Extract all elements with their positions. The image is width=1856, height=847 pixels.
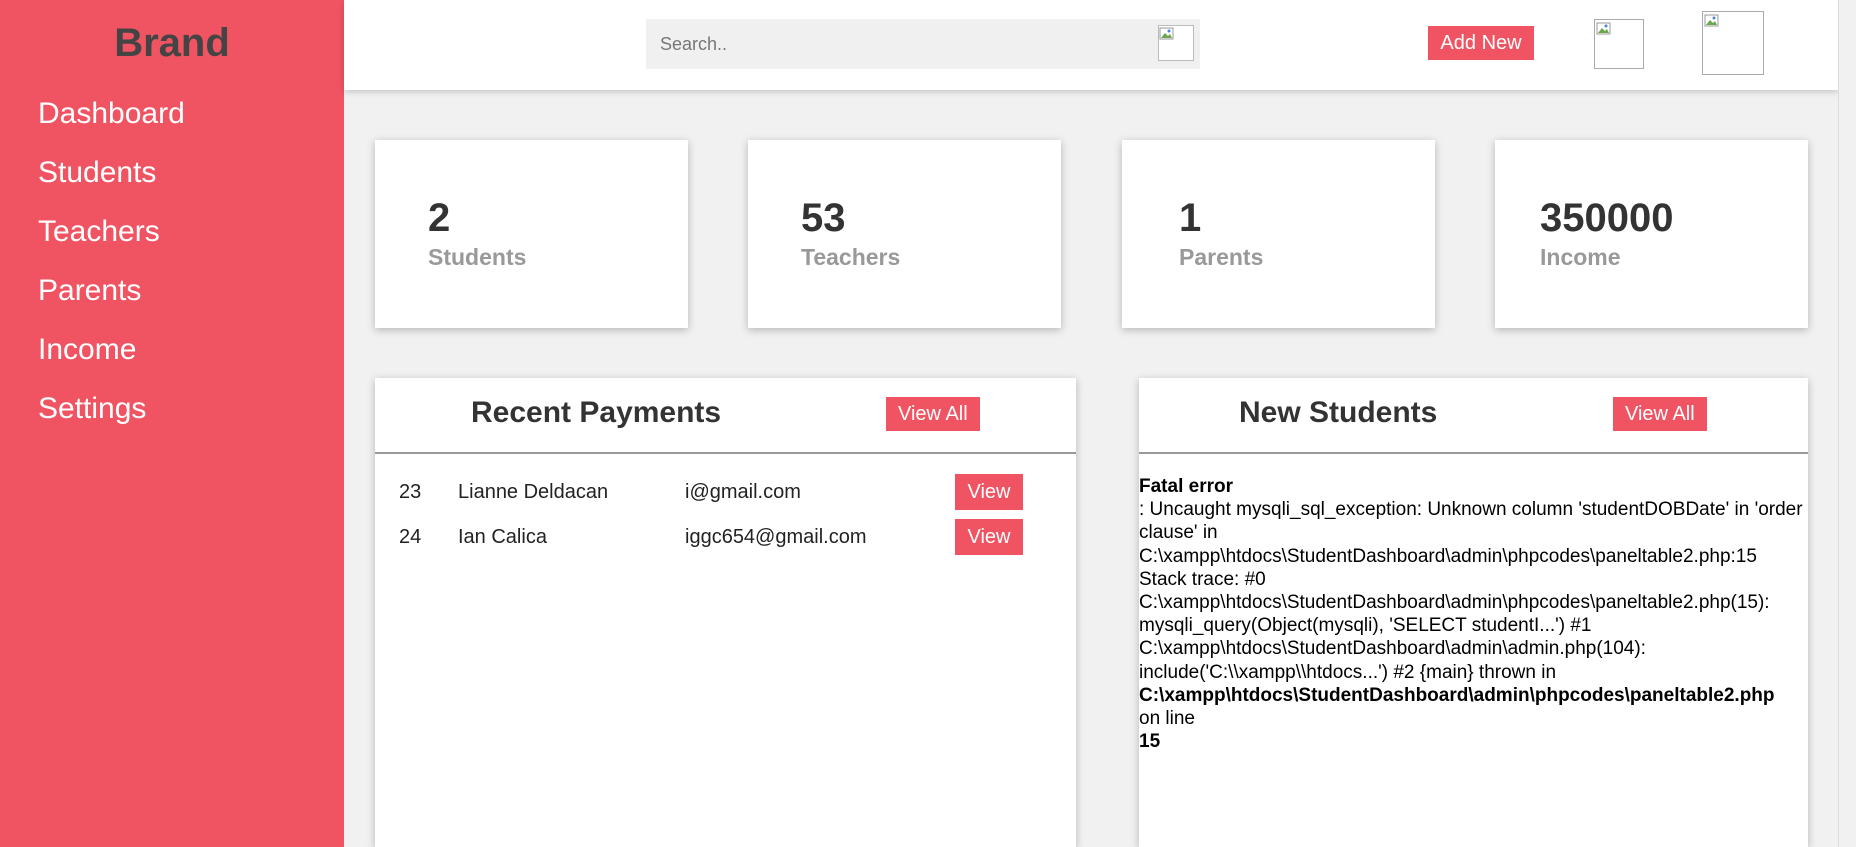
- payment-name: Ian Calica: [458, 526, 547, 548]
- card-number: 350000: [1540, 196, 1674, 240]
- broken-image-icon: [1159, 26, 1193, 42]
- view-all-students-button[interactable]: View All: [1613, 397, 1707, 431]
- sidebar-item-income[interactable]: Income: [0, 320, 344, 379]
- view-payment-button[interactable]: View: [955, 519, 1023, 555]
- panel-header: New Students View All: [1139, 378, 1808, 454]
- payment-id: 23: [399, 481, 422, 503]
- broken-image-icon: [1596, 21, 1612, 42]
- error-line: 15: [1139, 731, 1161, 753]
- recent-payments-panel: Recent Payments View All 23 Lianne Delda…: [375, 378, 1076, 847]
- scrollbar[interactable]: [1838, 0, 1856, 847]
- card-teachers: 53 Teachers: [748, 140, 1061, 328]
- payment-name: Lianne Deldacan: [458, 481, 609, 503]
- top-bar: Add New: [344, 0, 1838, 90]
- sidebar-item-settings[interactable]: Settings: [0, 379, 344, 438]
- card-label: Students: [428, 244, 527, 270]
- sidebar-item-teachers[interactable]: Teachers: [0, 202, 344, 261]
- panel-header: Recent Payments View All: [375, 378, 1076, 454]
- error-online-text: on line: [1139, 708, 1195, 730]
- panel-title: New Students: [1239, 396, 1438, 429]
- card-income: 350000 Income: [1495, 140, 1808, 328]
- table-row: 23 Lianne Deldacan i@gmail.com View: [375, 474, 1076, 512]
- payment-id: 24: [399, 526, 422, 548]
- card-number: 1: [1179, 196, 1202, 240]
- payment-email: i@gmail.com: [685, 481, 801, 503]
- broken-image-icon: [1704, 13, 1720, 34]
- view-payment-button[interactable]: View: [955, 474, 1023, 510]
- sidebar-item-parents[interactable]: Parents: [0, 261, 344, 320]
- error-title: Fatal error: [1139, 476, 1233, 497]
- new-students-panel: New Students View All Fatal error : Unca…: [1139, 378, 1808, 847]
- view-all-payments-button[interactable]: View All: [886, 397, 980, 431]
- brand-logo[interactable]: Brand: [0, 20, 344, 70]
- card-number: 53: [801, 196, 846, 240]
- sidebar-nav: Dashboard Students Teachers Parents Inco…: [0, 84, 344, 438]
- add-new-button[interactable]: Add New: [1428, 26, 1534, 60]
- php-error-message: Fatal error : Uncaught mysqli_sql_except…: [1139, 475, 1809, 753]
- error-text: : Uncaught mysqli_sql_exception: Unknown…: [1139, 499, 1803, 683]
- user-avatar[interactable]: [1702, 11, 1764, 75]
- search-button[interactable]: [1158, 25, 1194, 61]
- search-box: [646, 19, 1200, 69]
- notification-icon[interactable]: [1594, 19, 1644, 69]
- panel-title: Recent Payments: [471, 396, 722, 429]
- card-label: Parents: [1179, 244, 1264, 270]
- sidebar-item-students[interactable]: Students: [0, 143, 344, 202]
- sidebar-item-dashboard[interactable]: Dashboard: [0, 84, 344, 143]
- card-students: 2 Students: [375, 140, 688, 328]
- card-parents: 1 Parents: [1122, 140, 1435, 328]
- table-row: 24 Ian Calica iggc654@gmail.com View: [375, 519, 1076, 557]
- sidebar: Brand Dashboard Students Teachers Parent…: [0, 0, 344, 847]
- payment-email: iggc654@gmail.com: [685, 526, 867, 548]
- search-input[interactable]: [646, 19, 1154, 69]
- error-file: C:\xampp\htdocs\StudentDashboard\admin\p…: [1139, 684, 1775, 706]
- card-label: Teachers: [801, 244, 901, 270]
- card-number: 2: [428, 196, 451, 240]
- card-label: Income: [1540, 244, 1621, 270]
